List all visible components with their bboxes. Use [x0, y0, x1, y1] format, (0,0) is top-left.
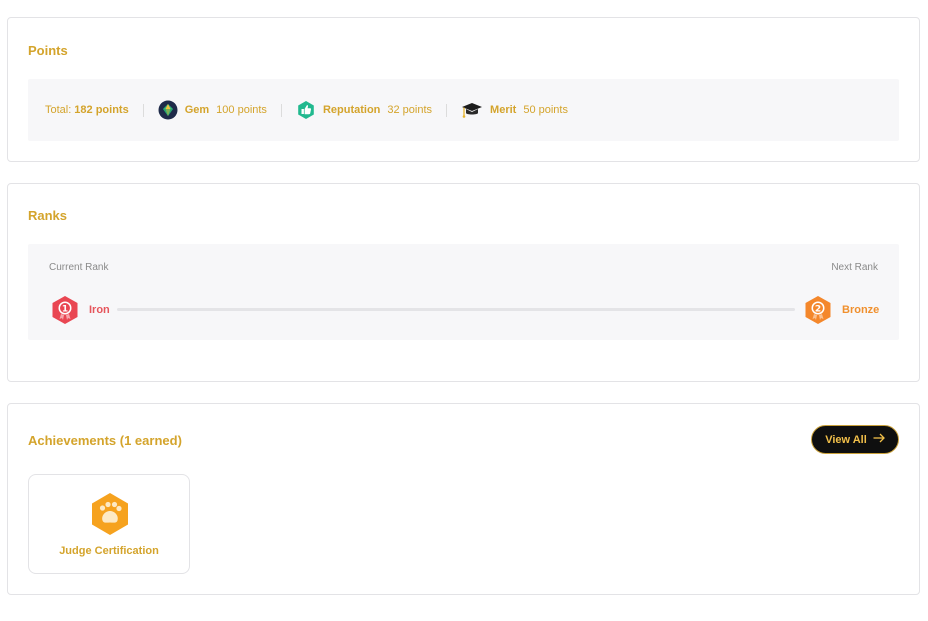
points-title: Points: [28, 43, 68, 58]
view-all-button[interactable]: View All: [811, 425, 899, 454]
total-label: Total:: [45, 104, 72, 116]
points-summary-panel: Total: 182 points Gem 100 points Reputat…: [28, 79, 899, 141]
gem-value: 100 points: [216, 104, 267, 116]
current-rank-name: Iron: [89, 304, 110, 316]
reputation-value: 32 points: [387, 104, 433, 116]
achievement-name: Judge Certification: [59, 545, 159, 557]
gem-icon: [158, 100, 178, 120]
graduation-cap-icon: [461, 100, 483, 120]
divider: [142, 103, 144, 117]
ranks-panel: Current Rank Next Rank 1 Iron 2 Bronze: [28, 244, 899, 340]
ranks-card: Ranks Current Rank Next Rank 1 Iron 2 Br…: [7, 183, 920, 382]
arrow-right-icon: [873, 433, 885, 446]
next-rank-name: Bronze: [842, 304, 880, 316]
total-value: 182 points: [74, 104, 129, 116]
next-rank-label: Next Rank: [831, 262, 878, 273]
reputation-label: Reputation: [322, 104, 381, 116]
current-rank-number: 1: [62, 304, 68, 314]
rank-badge-icon: 1: [50, 295, 80, 325]
current-rank-label: Current Rank: [49, 262, 109, 273]
achievement-tile[interactable]: Judge Certification: [28, 474, 190, 574]
ranks-title: Ranks: [28, 208, 68, 223]
thumbs-up-icon: [296, 100, 316, 120]
points-item-gem: Gem 100 points: [158, 100, 267, 120]
points-item-merit: Merit 50 points: [461, 100, 568, 120]
points-item-reputation: Reputation 32 points: [296, 100, 432, 120]
points-row: Total: 182 points Gem 100 points Reputat…: [45, 79, 568, 141]
next-rank-number: 2: [815, 304, 821, 314]
achievements-title: Achievements (1 earned): [28, 433, 182, 448]
achievements-card: Achievements (1 earned) View All Judge C…: [7, 403, 920, 595]
divider: [446, 103, 448, 117]
merit-label: Merit: [490, 104, 517, 116]
points-card: Points Total: 182 points Gem 100 points: [7, 17, 920, 162]
view-all-label: View All: [825, 433, 867, 446]
paw-icon: [88, 492, 132, 536]
rank-badge-icon: 2: [803, 295, 833, 325]
gem-label: Gem: [184, 104, 210, 116]
divider: [280, 103, 282, 117]
rank-progress-track: [117, 308, 795, 311]
merit-value: 50 points: [523, 104, 568, 116]
